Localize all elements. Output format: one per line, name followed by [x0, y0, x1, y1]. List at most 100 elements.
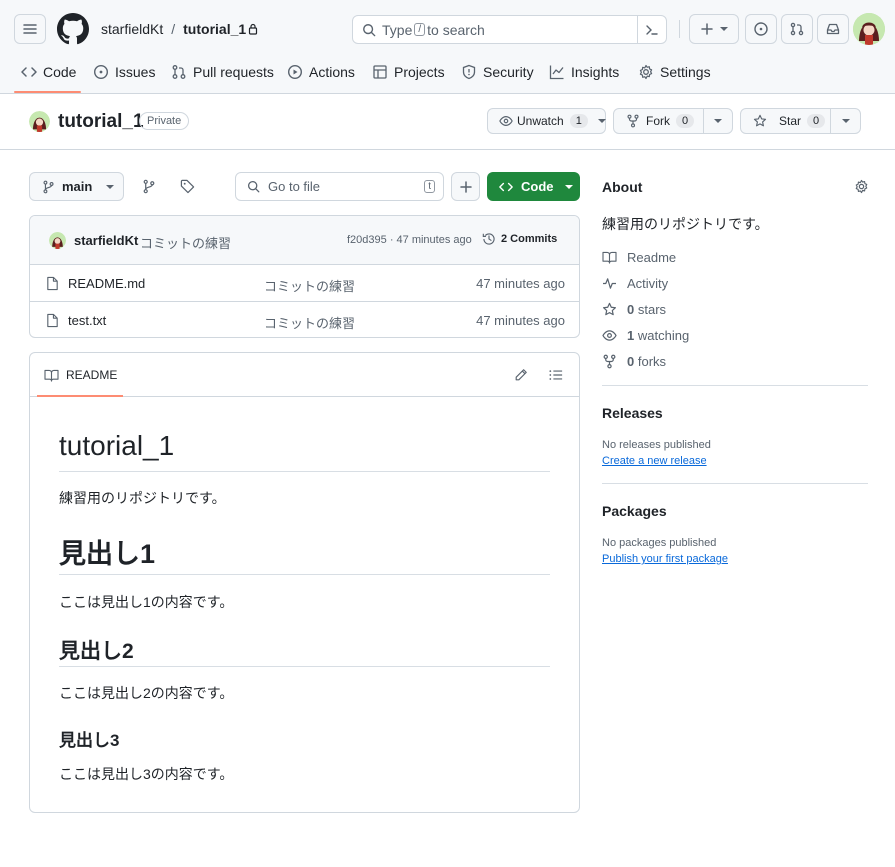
file-row[interactable]: test.txt コミットの練習 47 minutes ago: [30, 302, 579, 337]
releases-title[interactable]: Releases: [602, 405, 663, 421]
watching-link[interactable]: 1 watching: [602, 328, 689, 343]
watch-button[interactable]: Unwatch 1: [487, 108, 606, 134]
readme-title: tutorial_1: [59, 430, 175, 461]
create-release-link[interactable]: Create a new release: [602, 455, 707, 467]
breadcrumb-owner[interactable]: starfieldKt: [101, 21, 163, 37]
readme-link[interactable]: Readme: [602, 250, 676, 265]
file-name[interactable]: test.txt: [68, 313, 106, 328]
activity-link[interactable]: Activity: [602, 276, 668, 291]
shield-icon: [461, 64, 477, 80]
go-to-file-placeholder: Go to file: [268, 179, 321, 194]
caret-down-icon: [714, 118, 722, 124]
stars-link[interactable]: 0 stars: [602, 302, 666, 317]
readme-panel: README tutorial_1 練習用のリポジトリです。 見出し1 ここは見…: [29, 352, 580, 813]
go-to-file-input[interactable]: Go to file t: [235, 172, 444, 201]
book-icon: [602, 251, 617, 264]
header-divider: [679, 20, 680, 38]
gear-icon[interactable]: [854, 179, 869, 194]
graph-icon: [549, 64, 565, 80]
search-icon: [247, 180, 260, 193]
readme-paragraph-2: ここは見出し2の内容です。: [59, 685, 234, 701]
packages-title[interactable]: Packages: [602, 503, 667, 519]
tab-insights[interactable]: Insights: [549, 57, 619, 87]
readme-link-label: Readme: [627, 250, 677, 265]
readme-tab[interactable]: README: [44, 368, 117, 382]
commit-message[interactable]: コミットの練習: [140, 233, 231, 252]
tab-settings-label: Settings: [660, 64, 711, 80]
inbox-icon: [826, 22, 840, 36]
issue-opened-icon: [93, 64, 109, 80]
pull-requests-button[interactable]: [781, 14, 813, 44]
commit-author-avatar[interactable]: [49, 232, 66, 249]
list-unordered-icon[interactable]: [549, 369, 563, 381]
tab-code[interactable]: Code: [21, 57, 76, 87]
star-icon: [602, 302, 617, 317]
git-pull-request-icon: [790, 22, 804, 36]
heading-rule: [59, 471, 550, 472]
sidebar-divider: [602, 385, 868, 386]
pencil-icon[interactable]: [514, 368, 528, 382]
repo-forked-icon: [602, 354, 617, 369]
forks-label: forks: [637, 354, 667, 369]
plus-icon: [700, 22, 714, 36]
git-branch-icon: [142, 179, 156, 194]
readme-heading-2: 見出し2: [59, 640, 134, 663]
code-button[interactable]: Code: [487, 172, 580, 201]
add-file-button[interactable]: [451, 172, 480, 201]
sidebar-divider: [602, 483, 868, 484]
gear-icon: [638, 64, 654, 80]
tab-projects[interactable]: Projects: [372, 57, 445, 87]
terminal-icon: [645, 24, 659, 36]
commit-meta[interactable]: f20d395 · 47 minutes ago: [347, 234, 472, 246]
tab-actions[interactable]: Actions: [287, 57, 355, 87]
forks-count: 0: [627, 354, 635, 369]
stars-label: stars: [637, 302, 667, 317]
tab-issues[interactable]: Issues: [93, 57, 155, 87]
caret-down-icon: [106, 184, 115, 190]
menu-button[interactable]: [14, 14, 46, 44]
heading-rule: [59, 666, 550, 667]
branches-link[interactable]: [142, 179, 156, 194]
file-commit-message[interactable]: コミットの練習: [264, 313, 355, 332]
caret-down-icon: [841, 118, 850, 124]
forks-link[interactable]: 0 forks: [602, 354, 666, 369]
breadcrumb-repo[interactable]: tutorial_1: [183, 21, 246, 37]
readme-intro: 練習用のリポジトリです。: [59, 490, 226, 506]
watch-label: Unwatch: [517, 114, 564, 128]
global-header: starfieldKt / tutorial_1 Type / to searc…: [0, 0, 895, 94]
star-dropdown[interactable]: [831, 118, 860, 124]
commit-author[interactable]: starfieldKt: [74, 233, 138, 248]
create-new-button[interactable]: [689, 14, 739, 44]
tab-code-label: Code: [43, 64, 77, 80]
eye-icon: [499, 114, 513, 128]
file-commit-message[interactable]: コミットの練習: [264, 276, 355, 295]
issues-button[interactable]: [745, 14, 777, 44]
repo-name[interactable]: tutorial_1: [58, 111, 144, 133]
command-palette-button[interactable]: [637, 16, 666, 43]
publish-package-link[interactable]: Publish your first package: [602, 553, 728, 565]
readme-tab-label: README: [66, 368, 118, 382]
fork-dropdown[interactable]: [704, 118, 732, 124]
tab-settings[interactable]: Settings: [638, 57, 711, 87]
branch-select[interactable]: main: [29, 172, 124, 201]
star-button[interactable]: Star 0: [741, 109, 831, 133]
activity-link-label: Activity: [627, 276, 669, 291]
file-name[interactable]: README.md: [68, 276, 145, 291]
star-label: Star: [779, 114, 802, 128]
tab-insights-label: Insights: [571, 64, 620, 80]
branch-name: main: [62, 179, 93, 194]
user-avatar[interactable]: [853, 13, 885, 45]
inbox-button[interactable]: [817, 14, 849, 44]
tab-security[interactable]: Security: [461, 57, 534, 87]
file-row[interactable]: README.md コミットの練習 47 minutes ago: [30, 265, 579, 302]
hamburger-icon: [22, 21, 38, 37]
star-button-group: Star 0: [740, 108, 861, 134]
global-search-input[interactable]: Type / to search: [352, 15, 667, 44]
tags-link[interactable]: [180, 179, 195, 194]
tab-pull-requests[interactable]: Pull requests: [171, 57, 274, 87]
github-logo-icon[interactable]: [57, 13, 89, 45]
fork-button[interactable]: Fork 0: [614, 109, 704, 133]
issue-opened-icon: [754, 22, 768, 36]
commits-link[interactable]: 2 Commits: [482, 232, 557, 246]
eye-icon: [602, 329, 617, 342]
